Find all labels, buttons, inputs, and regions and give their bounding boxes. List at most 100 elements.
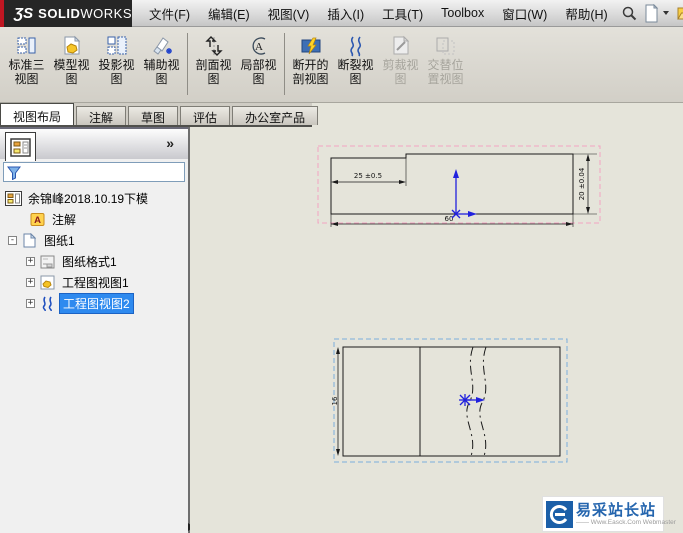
tab-annotation[interactable]: 注解 — [76, 106, 127, 125]
menu-tools[interactable]: 工具(T) — [373, 0, 432, 27]
easck-logo-icon — [546, 500, 573, 528]
filter-funnel-icon — [7, 166, 21, 180]
search-icon[interactable] — [621, 5, 638, 22]
annotations-icon: A — [28, 212, 46, 228]
menu-file[interactable]: 文件(F) — [140, 0, 199, 27]
command-toolbar: 标准三 视图 模型视 图 投影视 图 辅助视 图 剖面视 图 A 局部视 图 断… — [0, 27, 683, 103]
part-outline[interactable] — [342, 346, 561, 457]
projected-view-icon — [106, 34, 128, 58]
toolbar-separator — [187, 33, 188, 95]
watermark-subtitle: —— Www.Easck.Com Webmaster — [576, 518, 676, 526]
dimension-height[interactable]: 16 — [331, 347, 340, 456]
alternate-position-view-button[interactable]: 交替位 置视图 — [423, 31, 468, 97]
tree-item-label: 工程图视图1 — [62, 276, 129, 290]
break-view-icon — [345, 34, 367, 58]
feature-tree-icon — [4, 191, 22, 207]
detail-view-icon: A — [248, 34, 270, 58]
tree-item-label: 图纸1 — [44, 234, 75, 248]
feature-tree: 余锦峰2018.10.19下模 A 注解 - 图纸1 + 图纸格式1 + 工程图… — [0, 182, 188, 314]
dimension-step[interactable]: 25 ±0.5 — [330, 158, 407, 186]
crop-view-button[interactable]: 剪裁视 图 — [378, 31, 423, 97]
break-view-button[interactable]: 断裂视 图 — [333, 31, 378, 97]
title-bar: ƷS SOLID WORKS 文件(F) 编辑(E) 视图(V) 插入(I) 工… — [0, 0, 683, 27]
new-document-icon[interactable] — [642, 3, 660, 23]
part-outline[interactable] — [330, 153, 574, 215]
broken-out-section-button[interactable]: 断开的 剖视图 — [288, 31, 333, 97]
feature-tree-tab[interactable] — [5, 132, 36, 161]
svg-text:20 ±0.04: 20 ±0.04 — [578, 167, 586, 200]
tree-item-root[interactable]: 余锦峰2018.10.19下模 — [0, 188, 188, 209]
tree-item-drawing-view2[interactable]: + 工程图视图2 — [0, 293, 188, 314]
broken-out-section-icon — [300, 34, 322, 58]
menu-edit[interactable]: 编辑(E) — [199, 0, 259, 27]
watermark-title: 易采站长站 — [576, 501, 657, 519]
menu-insert[interactable]: 插入(I) — [318, 0, 373, 27]
new-document-dropdown-icon[interactable] — [662, 11, 669, 15]
drawing-view-1[interactable]: 25 ±0.5 60 20 ±0.04 — [310, 143, 610, 243]
menu-window[interactable]: 窗口(W) — [493, 0, 556, 27]
view-selection-border[interactable] — [333, 338, 568, 463]
crop-view-icon — [390, 34, 412, 58]
drawing-view-2-selected[interactable]: 16 — [330, 335, 580, 470]
menu-help[interactable]: 帮助(H) — [556, 0, 616, 27]
solidworks-window: ƷS SOLID WORKS 文件(F) 编辑(E) 视图(V) 插入(I) 工… — [0, 0, 683, 533]
auxiliary-view-icon — [151, 34, 173, 58]
standard-3-view-icon — [16, 34, 38, 58]
sheet-format-icon — [38, 254, 56, 270]
break-line-left — [466, 346, 474, 457]
tree-item-label: 注解 — [52, 213, 77, 227]
menu-view[interactable]: 视图(V) — [259, 0, 319, 27]
feature-manager-panel: » 余锦峰2018.10.19下模 A 注解 - 图纸1 + 图纸格式1 + 工… — [0, 127, 190, 533]
panel-expand-chevron[interactable]: » — [166, 135, 174, 151]
tab-sketch[interactable]: 草图 — [128, 106, 179, 125]
detail-view-button[interactable]: A 局部视 图 — [236, 31, 281, 97]
drawing-sheet-area[interactable]: 25 ±0.5 60 20 ±0.04 16 易采站长站 —— Www.Easc… — [190, 127, 683, 533]
workspace: » 余锦峰2018.10.19下模 A 注解 - 图纸1 + 图纸格式1 + 工… — [0, 127, 683, 533]
model-view-button[interactable]: 模型视 图 — [49, 31, 94, 97]
standard-3-view-button[interactable]: 标准三 视图 — [4, 31, 49, 97]
expand-icon[interactable]: + — [26, 278, 35, 287]
svg-text:A: A — [255, 41, 263, 53]
tree-filter-input[interactable] — [3, 162, 185, 182]
section-view-icon — [203, 34, 225, 58]
projected-view-button[interactable]: 投影视 图 — [94, 31, 139, 97]
menu-toolbox[interactable]: Toolbox — [432, 2, 493, 24]
tab-office-products[interactable]: 办公室产品 — [232, 106, 319, 125]
commandmanager-tabstrip: 视图布局 注解 草图 评估 办公室产品 — [0, 103, 683, 127]
auxiliary-view-button[interactable]: 辅助视 图 — [139, 31, 184, 97]
tree-item-label: 余锦峰2018.10.19下模 — [28, 192, 149, 206]
tree-item-sheet1[interactable]: - 图纸1 — [0, 230, 188, 251]
break-line-right — [479, 346, 487, 457]
svg-text:60: 60 — [445, 215, 454, 223]
menu-bar: 文件(F) 编辑(E) 视图(V) 插入(I) 工具(T) Toolbox 窗口… — [132, 0, 683, 27]
tab-evaluate[interactable]: 评估 — [180, 106, 231, 125]
open-file-icon[interactable] — [676, 4, 683, 22]
svg-text:A: A — [34, 215, 41, 226]
drawing-view-icon — [38, 275, 56, 291]
tab-view-layout[interactable]: 视图布局 — [0, 103, 75, 125]
tree-item-drawing-view1[interactable]: + 工程图视图1 — [0, 272, 188, 293]
toolbar-separator — [284, 33, 285, 95]
tree-item-label: 图纸格式1 — [62, 255, 117, 269]
collapse-icon[interactable]: - — [8, 236, 17, 245]
break-view-icon — [38, 296, 56, 312]
section-view-button[interactable]: 剖面视 图 — [191, 31, 236, 97]
dimension-width[interactable]: 60 — [330, 214, 574, 227]
tree-item-annotations[interactable]: A 注解 — [0, 209, 188, 230]
solidworks-logo: ƷS SOLID WORKS — [0, 0, 133, 27]
tree-item-label-selected: 工程图视图2 — [59, 293, 134, 314]
expand-icon[interactable]: + — [26, 257, 35, 266]
sheet-icon — [20, 233, 38, 249]
dimension-height[interactable]: 20 ±0.04 — [573, 153, 597, 215]
origin-marker — [451, 169, 477, 219]
feature-tree-icon — [10, 137, 31, 157]
alternate-position-view-icon — [435, 34, 457, 58]
solidworks-logo-mark: ƷS — [14, 5, 34, 22]
expand-icon[interactable]: + — [26, 299, 35, 308]
model-view-icon — [61, 34, 83, 58]
svg-text:16: 16 — [331, 396, 339, 405]
watermark: 易采站长站 —— Www.Easck.Com Webmaster — [543, 497, 676, 531]
tree-item-sheet-format1[interactable]: + 图纸格式1 — [0, 251, 188, 272]
feature-manager-header: » — [0, 127, 188, 161]
svg-text:25 ±0.5: 25 ±0.5 — [354, 172, 382, 180]
